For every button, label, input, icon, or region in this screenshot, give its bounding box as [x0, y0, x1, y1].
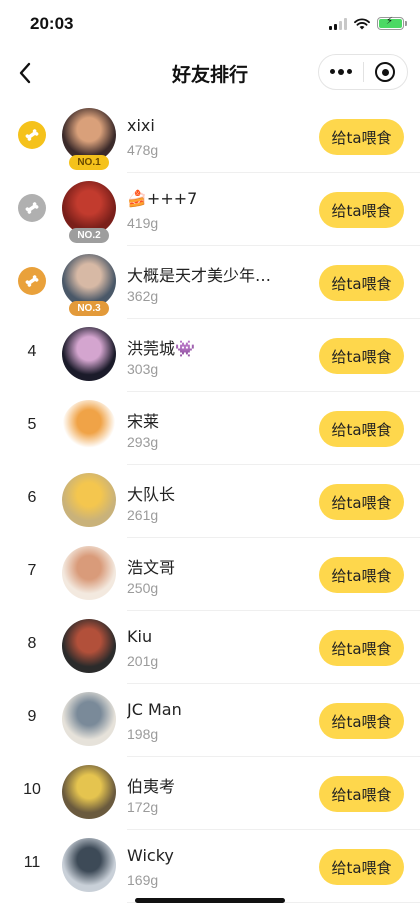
- avatar[interactable]: [62, 692, 116, 746]
- friend-name: 大概是天才美少年…: [127, 266, 272, 285]
- friend-name: 宋莱: [127, 412, 160, 431]
- rank-number: 7: [27, 562, 37, 579]
- avatar-wrapper: [62, 838, 116, 896]
- nav-bar: 好友排行: [0, 50, 420, 96]
- friend-weight: 172g: [127, 799, 159, 815]
- friend-name: xixi: [127, 116, 155, 135]
- friend-weight: 478g: [127, 142, 159, 158]
- avatar-wrapper: [62, 765, 116, 823]
- ranking-row[interactable]: 6 大队长 261g 给ta喂食: [0, 465, 420, 538]
- friend-name: 大队长: [127, 485, 176, 504]
- feed-button[interactable]: 给ta喂食: [319, 557, 404, 593]
- friend-weight: 293g: [127, 434, 159, 450]
- feed-button[interactable]: 给ta喂食: [319, 265, 404, 301]
- avatar-wrapper: [62, 546, 116, 604]
- ranking-row[interactable]: NO.1 xixi 478g 给ta喂食: [0, 100, 420, 173]
- battery-icon: ⚡: [377, 16, 407, 30]
- close-program-button[interactable]: [364, 55, 408, 89]
- avatar[interactable]: [62, 473, 116, 527]
- rank-number: 6: [27, 489, 37, 506]
- ranking-row[interactable]: 5 宋莱 293g 给ta喂食: [0, 392, 420, 465]
- feed-button[interactable]: 给ta喂食: [319, 411, 404, 447]
- friend-name: Kiu: [127, 627, 153, 646]
- friend-name: 伯夷考: [127, 777, 176, 796]
- avatar[interactable]: [62, 181, 116, 235]
- avatar-wrapper: [62, 400, 116, 458]
- medal-gold-icon: [18, 121, 46, 149]
- ranking-row[interactable]: NO.3 大概是天才美少年… 362g 给ta喂食: [0, 246, 420, 319]
- friend-weight: 198g: [127, 726, 159, 742]
- avatar[interactable]: [62, 765, 116, 819]
- avatar[interactable]: [62, 838, 116, 892]
- feed-button[interactable]: 给ta喂食: [319, 849, 404, 885]
- rank-number: 11: [23, 854, 41, 871]
- feed-button[interactable]: 给ta喂食: [319, 192, 404, 228]
- feed-button[interactable]: 给ta喂食: [319, 119, 404, 155]
- rank-number: 5: [27, 416, 37, 433]
- rank-number: 10: [23, 781, 41, 798]
- avatar-wrapper: [62, 619, 116, 677]
- avatar-wrapper: [62, 692, 116, 750]
- rank-number: 4: [27, 343, 37, 360]
- feed-button[interactable]: 给ta喂食: [319, 776, 404, 812]
- target-circle-icon: [375, 62, 396, 82]
- friend-name: JC Man: [127, 700, 182, 719]
- status-icons: ⚡: [329, 16, 407, 30]
- friend-weight: 419g: [127, 215, 159, 231]
- more-button[interactable]: [319, 55, 363, 89]
- wifi-icon: [354, 17, 370, 29]
- ranking-row[interactable]: 7 浩文哥 250g 给ta喂食: [0, 538, 420, 611]
- avatar[interactable]: [62, 327, 116, 381]
- avatar[interactable]: [62, 254, 116, 308]
- medal-bronze-icon: [18, 267, 46, 295]
- ranking-row[interactable]: 4 洪莞城👾 303g 给ta喂食: [0, 319, 420, 392]
- avatar-wrapper: [62, 473, 116, 531]
- friend-name: Wicky: [127, 846, 174, 865]
- avatar-wrapper: NO.1: [62, 108, 116, 170]
- home-indicator: [135, 898, 285, 903]
- rank-badge: NO.1: [69, 155, 109, 170]
- status-time: 20:03: [30, 14, 74, 33]
- rank-number: 9: [27, 708, 37, 725]
- feed-button[interactable]: 给ta喂食: [319, 338, 404, 374]
- avatar[interactable]: [62, 619, 116, 673]
- status-bar: 20:03 ⚡: [0, 0, 420, 50]
- cellular-signal-icon: [329, 17, 347, 30]
- medal-silver-icon: [18, 194, 46, 222]
- friend-name: 浩文哥: [127, 558, 176, 577]
- feed-button[interactable]: 给ta喂食: [319, 484, 404, 520]
- friend-weight: 261g: [127, 507, 159, 523]
- avatar-wrapper: NO.3: [62, 254, 116, 316]
- feed-button[interactable]: 给ta喂食: [319, 630, 404, 666]
- friend-name: 洪莞城👾: [127, 339, 195, 358]
- avatar-wrapper: [62, 327, 116, 385]
- friend-weight: 303g: [127, 361, 159, 377]
- ranking-row[interactable]: 11 Wicky 169g 给ta喂食: [0, 830, 420, 903]
- ranking-row[interactable]: NO.2 🍰+++7 419g 给ta喂食: [0, 173, 420, 246]
- avatar[interactable]: [62, 108, 116, 162]
- rank-badge: NO.2: [69, 228, 109, 243]
- friend-weight: 362g: [127, 288, 159, 304]
- friend-weight: 250g: [127, 580, 159, 596]
- rank-number: 8: [27, 635, 37, 652]
- avatar-wrapper: NO.2: [62, 181, 116, 243]
- friend-weight: 201g: [127, 653, 159, 669]
- ranking-row[interactable]: 10 伯夷考 172g 给ta喂食: [0, 757, 420, 830]
- avatar[interactable]: [62, 400, 116, 454]
- friend-weight: 169g: [127, 872, 159, 888]
- ranking-row[interactable]: 9 JC Man 198g 给ta喂食: [0, 684, 420, 757]
- feed-button[interactable]: 给ta喂食: [319, 703, 404, 739]
- mini-program-capsule: [318, 54, 408, 90]
- avatar[interactable]: [62, 546, 116, 600]
- friend-name: 🍰+++7: [127, 189, 198, 208]
- ranking-row[interactable]: 8 Kiu 201g 给ta喂食: [0, 611, 420, 684]
- rank-badge: NO.3: [69, 301, 109, 316]
- more-dots-icon: [329, 69, 352, 75]
